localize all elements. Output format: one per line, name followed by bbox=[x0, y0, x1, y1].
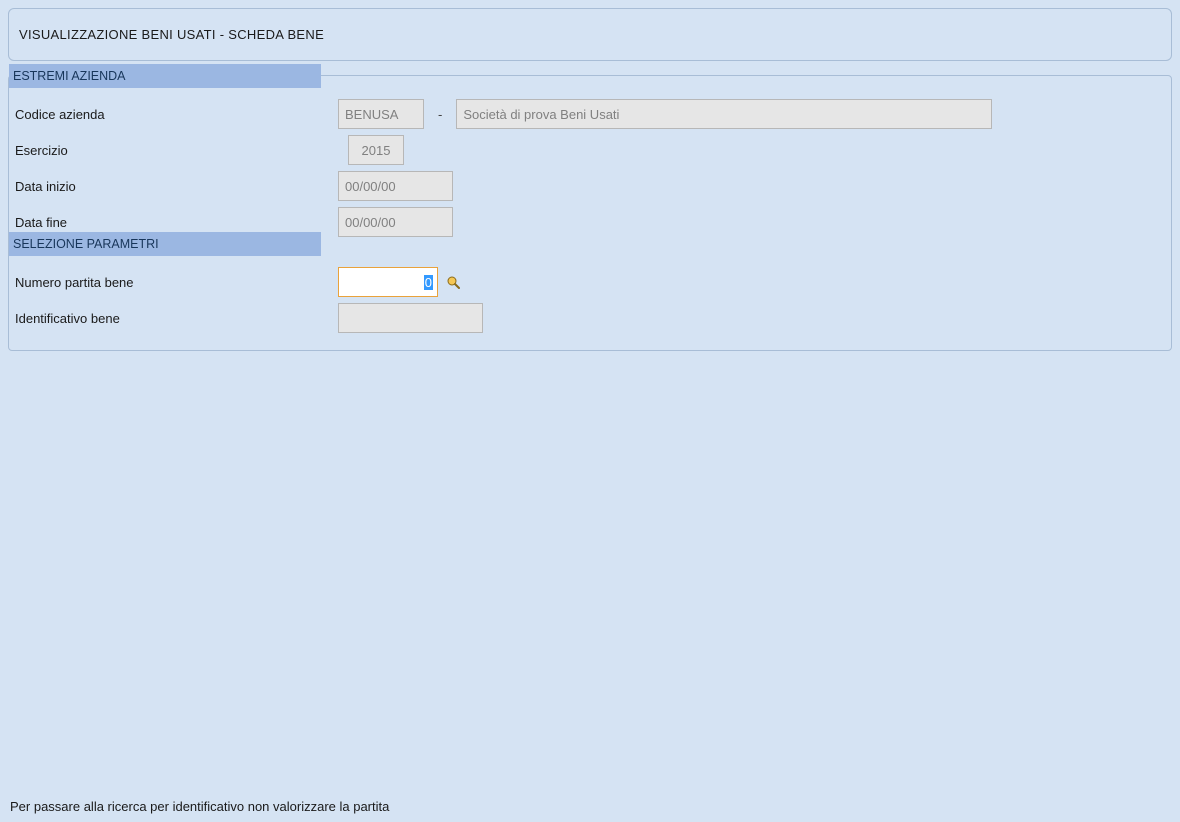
label-data-inizio: Data inizio bbox=[13, 179, 338, 194]
esercizio-field: 2015 bbox=[348, 135, 404, 165]
section-heading-parametri: SELEZIONE PARAMETRI bbox=[9, 232, 321, 256]
label-identificativo: Identificativo bene bbox=[13, 311, 338, 326]
row-esercizio: Esercizio 2015 bbox=[9, 132, 1171, 168]
numero-partita-input[interactable]: 0 bbox=[338, 267, 438, 297]
row-codice-azienda: Codice azienda BENUSA - Società di prova… bbox=[9, 96, 1171, 132]
label-esercizio: Esercizio bbox=[13, 143, 338, 158]
label-codice-azienda: Codice azienda bbox=[13, 107, 338, 122]
codice-azienda-field: BENUSA bbox=[338, 99, 424, 129]
row-data-inizio: Data inizio 00/00/00 bbox=[9, 168, 1171, 204]
data-fine-field: 00/00/00 bbox=[338, 207, 453, 237]
page-title: VISUALIZZAZIONE BENI USATI - SCHEDA BENE bbox=[19, 27, 1161, 42]
lookup-icon[interactable] bbox=[446, 275, 460, 289]
form-panel: ESTREMI AZIENDA Codice azienda BENUSA - … bbox=[8, 75, 1172, 351]
data-inizio-field: 00/00/00 bbox=[338, 171, 453, 201]
numero-partita-value: 0 bbox=[424, 275, 433, 290]
page-header-panel: VISUALIZZAZIONE BENI USATI - SCHEDA BENE bbox=[8, 8, 1172, 61]
section-heading-azienda: ESTREMI AZIENDA bbox=[9, 64, 321, 88]
desc-azienda-field: Società di prova Beni Usati bbox=[456, 99, 992, 129]
footer-hint: Per passare alla ricerca per identificat… bbox=[10, 799, 389, 814]
identificativo-input[interactable] bbox=[338, 303, 483, 333]
label-numero-partita: Numero partita bene bbox=[13, 275, 338, 290]
separator: - bbox=[430, 107, 450, 122]
row-identificativo: Identificativo bene bbox=[9, 300, 1171, 336]
label-data-fine: Data fine bbox=[13, 215, 338, 230]
row-numero-partita: Numero partita bene 0 bbox=[9, 264, 1171, 300]
field-group-codice: BENUSA - Società di prova Beni Usati bbox=[338, 99, 992, 129]
